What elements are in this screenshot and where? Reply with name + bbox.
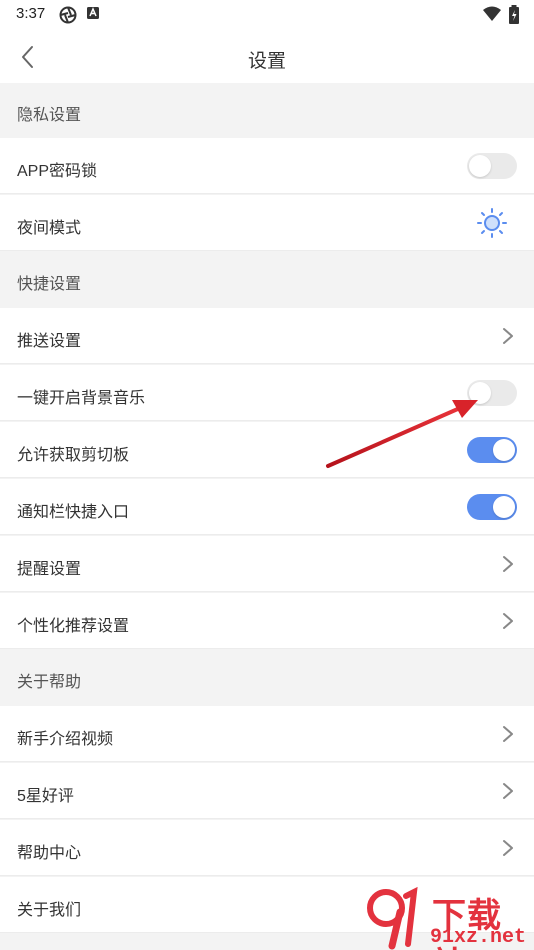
chevron-right-icon bbox=[503, 783, 513, 799]
setting-label: 帮助中心 bbox=[17, 845, 82, 862]
status-time: 3:37 bbox=[16, 5, 46, 22]
setting-row-notification-shortcut[interactable]: 通知栏快捷入口 bbox=[0, 479, 534, 535]
chevron-right-icon bbox=[503, 840, 513, 856]
watermark-text-sub: 91xz.net bbox=[430, 926, 527, 949]
aperture-icon bbox=[59, 6, 77, 24]
setting-label: 推送设置 bbox=[17, 333, 82, 350]
toggle-knob bbox=[469, 382, 491, 404]
setting-row-push[interactable]: 推送设置 bbox=[0, 308, 534, 364]
setting-row-app-lock[interactable]: APP密码锁 bbox=[0, 138, 534, 194]
section-header-privacy: 隐私设置 bbox=[0, 83, 534, 138]
page-title: 设置 bbox=[247, 51, 286, 72]
chevron-right-icon bbox=[503, 613, 513, 629]
setting-label: 一键开启背景音乐 bbox=[17, 390, 146, 407]
chevron-right-icon bbox=[503, 556, 513, 572]
section-header-shortcuts: 快捷设置 bbox=[0, 252, 534, 307]
setting-row-background-music[interactable]: 一键开启背景音乐 bbox=[0, 365, 534, 421]
setting-label: 关于我们 bbox=[17, 902, 82, 919]
section-title: 关于帮助 bbox=[17, 674, 82, 691]
section-title: 快捷设置 bbox=[17, 276, 82, 293]
setting-row-rate-five-stars[interactable]: 5星好评 bbox=[0, 763, 534, 819]
setting-label: APP密码锁 bbox=[17, 163, 98, 180]
status-bar: 3:37 bbox=[0, 0, 534, 30]
notification-shortcut-toggle[interactable] bbox=[467, 494, 517, 520]
toggle-knob bbox=[493, 439, 515, 461]
nav-bar: 设置 bbox=[0, 30, 534, 83]
setting-label: 个性化推荐设置 bbox=[17, 618, 130, 635]
background-music-toggle[interactable] bbox=[467, 380, 517, 406]
setting-row-intro-video[interactable]: 新手介绍视频 bbox=[0, 706, 534, 762]
chevron-right-icon bbox=[503, 726, 513, 742]
setting-row-help-center[interactable]: 帮助中心 bbox=[0, 820, 534, 876]
watermark: 下载站 91xz.net bbox=[362, 886, 534, 950]
setting-label: 提醒设置 bbox=[17, 561, 82, 578]
toggle-knob bbox=[493, 496, 515, 518]
chevron-right-icon bbox=[503, 328, 513, 344]
setting-row-night-mode[interactable]: 夜间模式 bbox=[0, 195, 534, 251]
setting-row-reminder[interactable]: 提醒设置 bbox=[0, 536, 534, 592]
toggle-knob bbox=[469, 155, 491, 177]
setting-label: 通知栏快捷入口 bbox=[17, 504, 130, 521]
setting-row-clipboard[interactable]: 允许获取剪切板 bbox=[0, 422, 534, 478]
app-lock-toggle[interactable] bbox=[467, 153, 517, 179]
setting-label: 新手介绍视频 bbox=[17, 731, 114, 748]
setting-label: 5星好评 bbox=[17, 788, 74, 805]
watermark-logo-icon bbox=[367, 886, 418, 950]
wifi-icon bbox=[483, 6, 501, 21]
section-header-about-help: 关于帮助 bbox=[0, 650, 534, 705]
clipboard-toggle[interactable] bbox=[467, 437, 517, 463]
section-title: 隐私设置 bbox=[17, 107, 82, 124]
setting-label: 允许获取剪切板 bbox=[17, 447, 130, 464]
sun-icon[interactable] bbox=[474, 205, 510, 241]
battery-charging-icon bbox=[509, 5, 519, 24]
app-notification-icon bbox=[87, 7, 99, 19]
setting-label: 夜间模式 bbox=[17, 220, 82, 237]
setting-row-personalized-recommendation[interactable]: 个性化推荐设置 bbox=[0, 593, 534, 649]
